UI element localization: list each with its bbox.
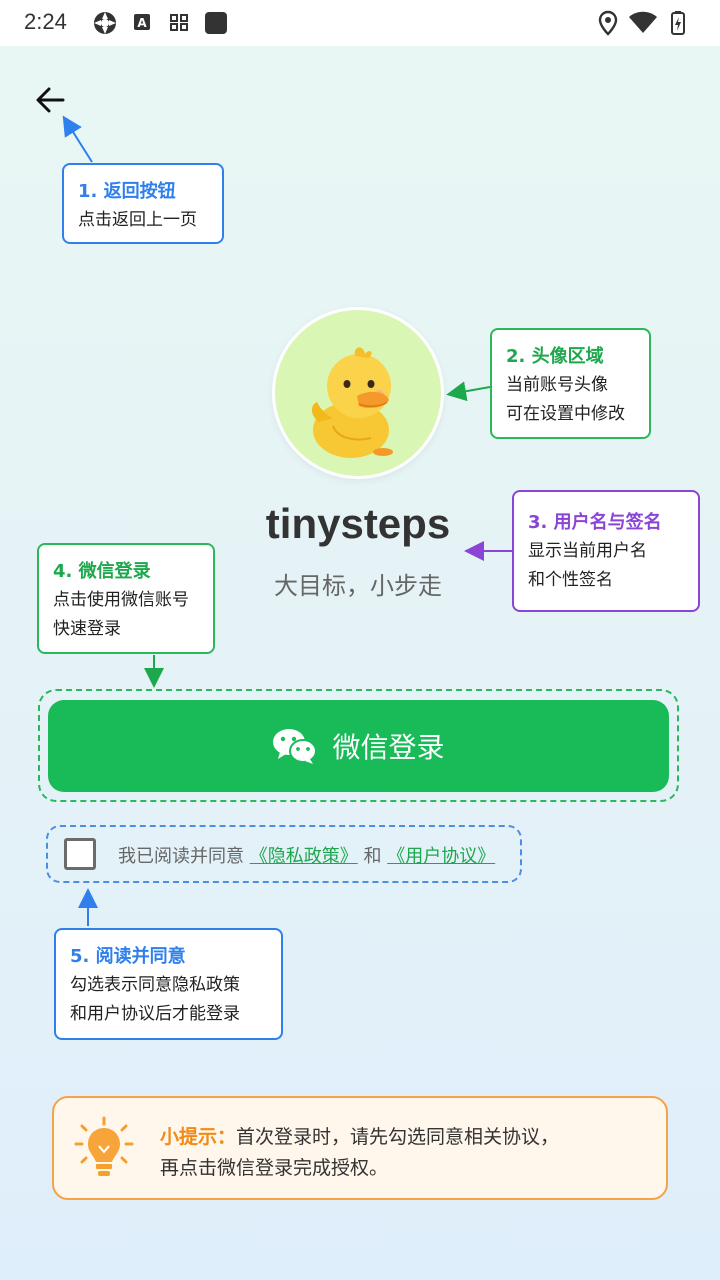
- wechat-login-label: 微信登录: [332, 731, 445, 764]
- callout-line-1: 点击使用微信账号: [53, 590, 189, 610]
- callout-username: 3. 用户名与签名 显示当前用户名 和个性签名: [512, 490, 700, 612]
- callout-title: 2. 头像区域: [506, 346, 604, 367]
- callout-line-2: 和个性签名: [528, 570, 613, 590]
- callout-back-button: 1. 返回按钮 点击返回上一页: [62, 163, 224, 244]
- callout-line-1: 勾选表示同意隐私政策: [70, 975, 240, 995]
- callout-avatar: 2. 头像区域 当前账号头像 可在设置中修改: [490, 328, 651, 439]
- callout-line-1: 显示当前用户名: [528, 541, 647, 561]
- tip-title: 小提示：: [160, 1126, 237, 1148]
- callout-wechat-login: 4. 微信登录 点击使用微信账号 快速登录: [37, 543, 215, 654]
- tip-line-1-text: 首次登录时，请先勾选同意相关协议，: [236, 1126, 560, 1148]
- tip-line-1: 小提示：首次登录时，请先勾选同意相关协议，: [160, 1122, 559, 1153]
- user-agreement-link[interactable]: 《用户协议》: [387, 846, 495, 867]
- callout-title: 5. 阅读并同意: [70, 946, 186, 967]
- avatar[interactable]: [272, 307, 444, 479]
- callout-title: 4. 微信登录: [53, 561, 151, 582]
- tip-text: 小提示：首次登录时，请先勾选同意相关协议， 再点击微信登录完成授权。: [160, 1122, 559, 1184]
- privacy-policy-link[interactable]: 《隐私政策》: [250, 846, 358, 867]
- callout-line-2: 可在设置中修改: [506, 404, 625, 424]
- callout-title: 1. 返回按钮: [78, 181, 176, 202]
- callout-title: 3. 用户名与签名: [528, 512, 662, 533]
- agreement-and: 和: [363, 846, 382, 867]
- wechat-icon: [273, 729, 318, 764]
- callout-line-2: 和用户协议后才能登录: [70, 1004, 240, 1024]
- agreement-text: 我已阅读并同意 《隐私政策》 和 《用户协议》: [118, 842, 495, 868]
- wechat-login-button[interactable]: 微信登录: [48, 700, 669, 792]
- tip-line-2: 再点击微信登录完成授权。: [160, 1157, 389, 1179]
- agreement-checkbox[interactable]: [64, 838, 96, 870]
- callout-agreement: 5. 阅读并同意 勾选表示同意隐私政策 和用户协议后才能登录: [54, 928, 283, 1040]
- lightbulb-icon: [74, 1116, 134, 1176]
- callout-desc: 点击返回上一页: [78, 210, 197, 230]
- callout-line-2: 快速登录: [53, 619, 121, 639]
- duckling-avatar: [311, 347, 393, 458]
- callout-line-1: 当前账号头像: [506, 375, 608, 395]
- tip-box: 小提示：首次登录时，请先勾选同意相关协议， 再点击微信登录完成授权。: [52, 1096, 668, 1200]
- agreement-prefix: 我已阅读并同意: [118, 846, 244, 867]
